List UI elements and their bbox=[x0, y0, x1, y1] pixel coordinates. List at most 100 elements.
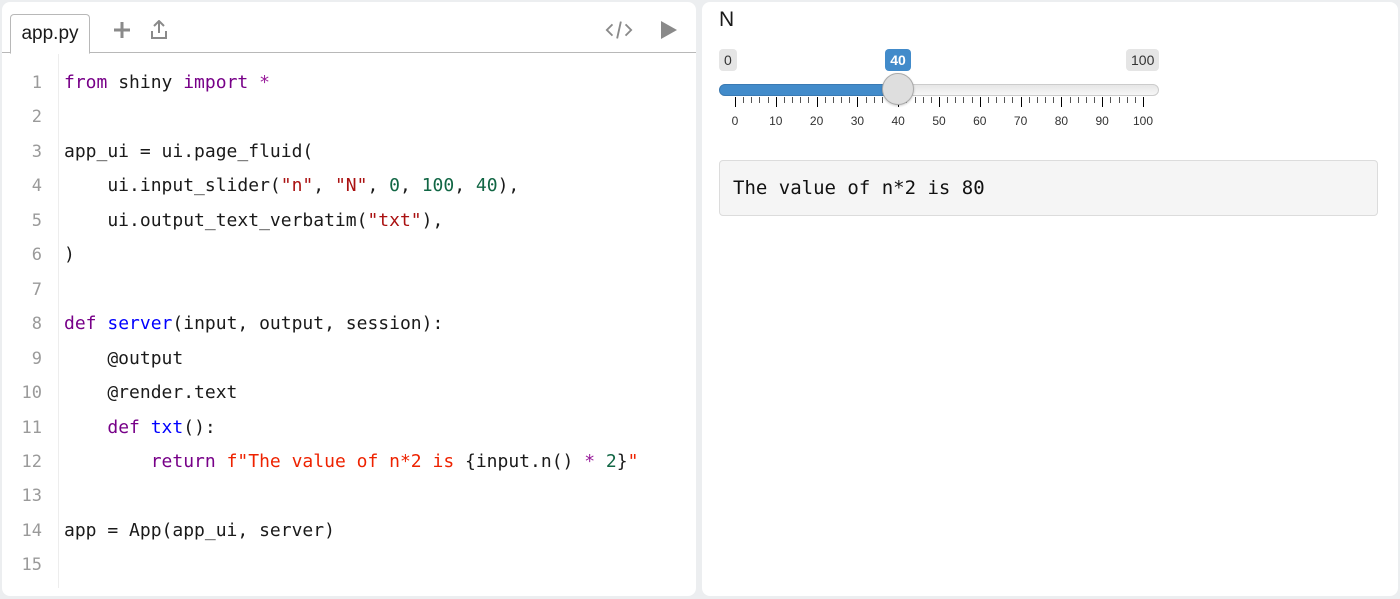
slider-fill bbox=[719, 84, 899, 96]
line-number: 7 bbox=[31, 279, 42, 300]
line-number: 11 bbox=[21, 417, 42, 438]
slider-value-label: 40 bbox=[885, 49, 911, 71]
tab-app-py[interactable]: app.py bbox=[10, 14, 90, 54]
code-text: ) bbox=[64, 244, 75, 266]
major-tick bbox=[857, 97, 859, 107]
minor-tick bbox=[881, 97, 883, 103]
tick-label: 90 bbox=[1095, 114, 1109, 128]
major-tick bbox=[1020, 97, 1022, 107]
minor-tick bbox=[1110, 97, 1112, 103]
code-line[interactable]: 10 @render.text bbox=[2, 376, 696, 411]
code-line[interactable]: 11 def txt(): bbox=[2, 411, 696, 446]
minor-tick bbox=[751, 97, 753, 103]
major-tick bbox=[1061, 97, 1063, 107]
minor-tick bbox=[1126, 97, 1128, 103]
minor-tick bbox=[1134, 97, 1136, 103]
code-line[interactable]: 8 def server(input, output, session): bbox=[2, 307, 696, 342]
major-tick bbox=[775, 97, 777, 107]
minor-tick bbox=[1118, 97, 1120, 103]
tick-label: 20 bbox=[809, 114, 824, 128]
tick-label: 100 bbox=[1132, 114, 1154, 128]
play-icon bbox=[661, 21, 677, 39]
plus-icon bbox=[114, 22, 130, 38]
minor-tick bbox=[783, 97, 785, 103]
minor-tick bbox=[996, 97, 998, 103]
major-tick bbox=[1143, 97, 1144, 107]
code-area[interactable]: 1 from shiny import * 2 3 app_ui = ui.page_f… bbox=[2, 54, 696, 594]
line-number: 10 bbox=[21, 383, 42, 404]
code-line[interactable]: 5 ui.output_text_verbatim("txt"), bbox=[2, 204, 696, 239]
tick-label: 0 bbox=[731, 114, 739, 128]
code-line[interactable]: 9 @output bbox=[2, 342, 696, 377]
minor-tick bbox=[841, 97, 843, 103]
minor-tick bbox=[1094, 97, 1096, 103]
code-text: app_ui = ui.page_fluid( bbox=[64, 140, 314, 162]
code-line[interactable]: 7 bbox=[2, 273, 696, 308]
minor-tick bbox=[759, 97, 761, 103]
tick-label: 70 bbox=[1013, 114, 1028, 128]
major-tick bbox=[816, 97, 818, 107]
minor-tick bbox=[963, 97, 965, 103]
tick-label: 40 bbox=[891, 114, 905, 128]
upload-icon bbox=[151, 20, 167, 39]
app-preview-panel: N 0 40 100 The value of n*2 is 80 0 10 20 3… bbox=[702, 2, 1398, 596]
minor-tick bbox=[767, 97, 769, 103]
line-number: 5 bbox=[31, 210, 42, 231]
view-code-button[interactable] bbox=[605, 16, 633, 44]
code-text: @render.text bbox=[64, 382, 238, 404]
minor-tick bbox=[1036, 97, 1038, 103]
line-number: 13 bbox=[21, 486, 42, 507]
minor-tick bbox=[922, 97, 924, 103]
minor-tick bbox=[792, 97, 794, 103]
line-number: 3 bbox=[31, 141, 42, 162]
slider-handle[interactable] bbox=[882, 73, 915, 105]
minor-tick bbox=[947, 97, 949, 103]
code-line[interactable]: 2 bbox=[2, 100, 696, 135]
code-line[interactable]: 4 ui.input_slider("n", "N", 0, 100, 40), bbox=[2, 169, 696, 204]
line-number: 4 bbox=[31, 176, 42, 197]
slider-min-label: 0 bbox=[719, 49, 737, 71]
minor-tick bbox=[1069, 97, 1071, 103]
add-file-button[interactable] bbox=[108, 16, 136, 44]
line-number: 8 bbox=[31, 314, 42, 335]
code-line[interactable]: 13 bbox=[2, 479, 696, 514]
editor-toolbar: app.py bbox=[2, 2, 696, 54]
line-number: 6 bbox=[31, 245, 42, 266]
code-text: ui.output_text_verbatim("txt"), bbox=[64, 209, 444, 231]
minor-tick bbox=[1004, 97, 1006, 103]
minor-tick bbox=[1012, 97, 1014, 103]
code-text: return f"The value of n*2 is {input.n() … bbox=[150, 450, 639, 472]
code-text: app = App(app_ui, server) bbox=[64, 519, 335, 541]
minor-tick bbox=[808, 97, 810, 103]
minor-tick bbox=[1077, 97, 1079, 103]
slider-label: N bbox=[719, 8, 735, 31]
minor-tick bbox=[824, 97, 826, 103]
minor-tick bbox=[743, 97, 745, 103]
minor-tick bbox=[987, 97, 989, 103]
tick-label: 60 bbox=[973, 114, 987, 128]
code-line[interactable]: 1 from shiny import * bbox=[2, 66, 696, 101]
minor-tick bbox=[955, 97, 957, 103]
minor-tick bbox=[873, 97, 875, 103]
minor-tick bbox=[930, 97, 932, 103]
minor-tick bbox=[1028, 97, 1030, 103]
minor-tick bbox=[865, 97, 867, 103]
run-app-button[interactable] bbox=[654, 16, 682, 44]
minor-tick bbox=[1085, 97, 1087, 103]
slider-max-label: 100 bbox=[1126, 49, 1160, 71]
line-number: 9 bbox=[31, 348, 42, 369]
code-line[interactable]: 12 return f"The value of n*2 is {input.n… bbox=[2, 445, 696, 480]
upload-file-button[interactable] bbox=[145, 16, 173, 44]
line-number: 12 bbox=[21, 451, 42, 472]
code-editor-panel: app.py 1 from shiny import * 2 3 app_ui = ui… bbox=[2, 2, 696, 596]
code-line[interactable]: 14 app = App(app_ui, server) bbox=[2, 514, 696, 549]
code-line[interactable]: 15 bbox=[2, 548, 696, 583]
code-line[interactable]: 3 app_ui = ui.page_fluid( bbox=[2, 135, 696, 170]
minor-tick bbox=[832, 97, 834, 103]
code-text: def txt(): bbox=[107, 416, 216, 438]
line-number: 14 bbox=[21, 520, 42, 541]
major-tick bbox=[939, 97, 940, 107]
major-tick bbox=[1102, 97, 1104, 107]
minor-tick bbox=[800, 97, 802, 103]
code-line[interactable]: 6) bbox=[2, 238, 696, 273]
